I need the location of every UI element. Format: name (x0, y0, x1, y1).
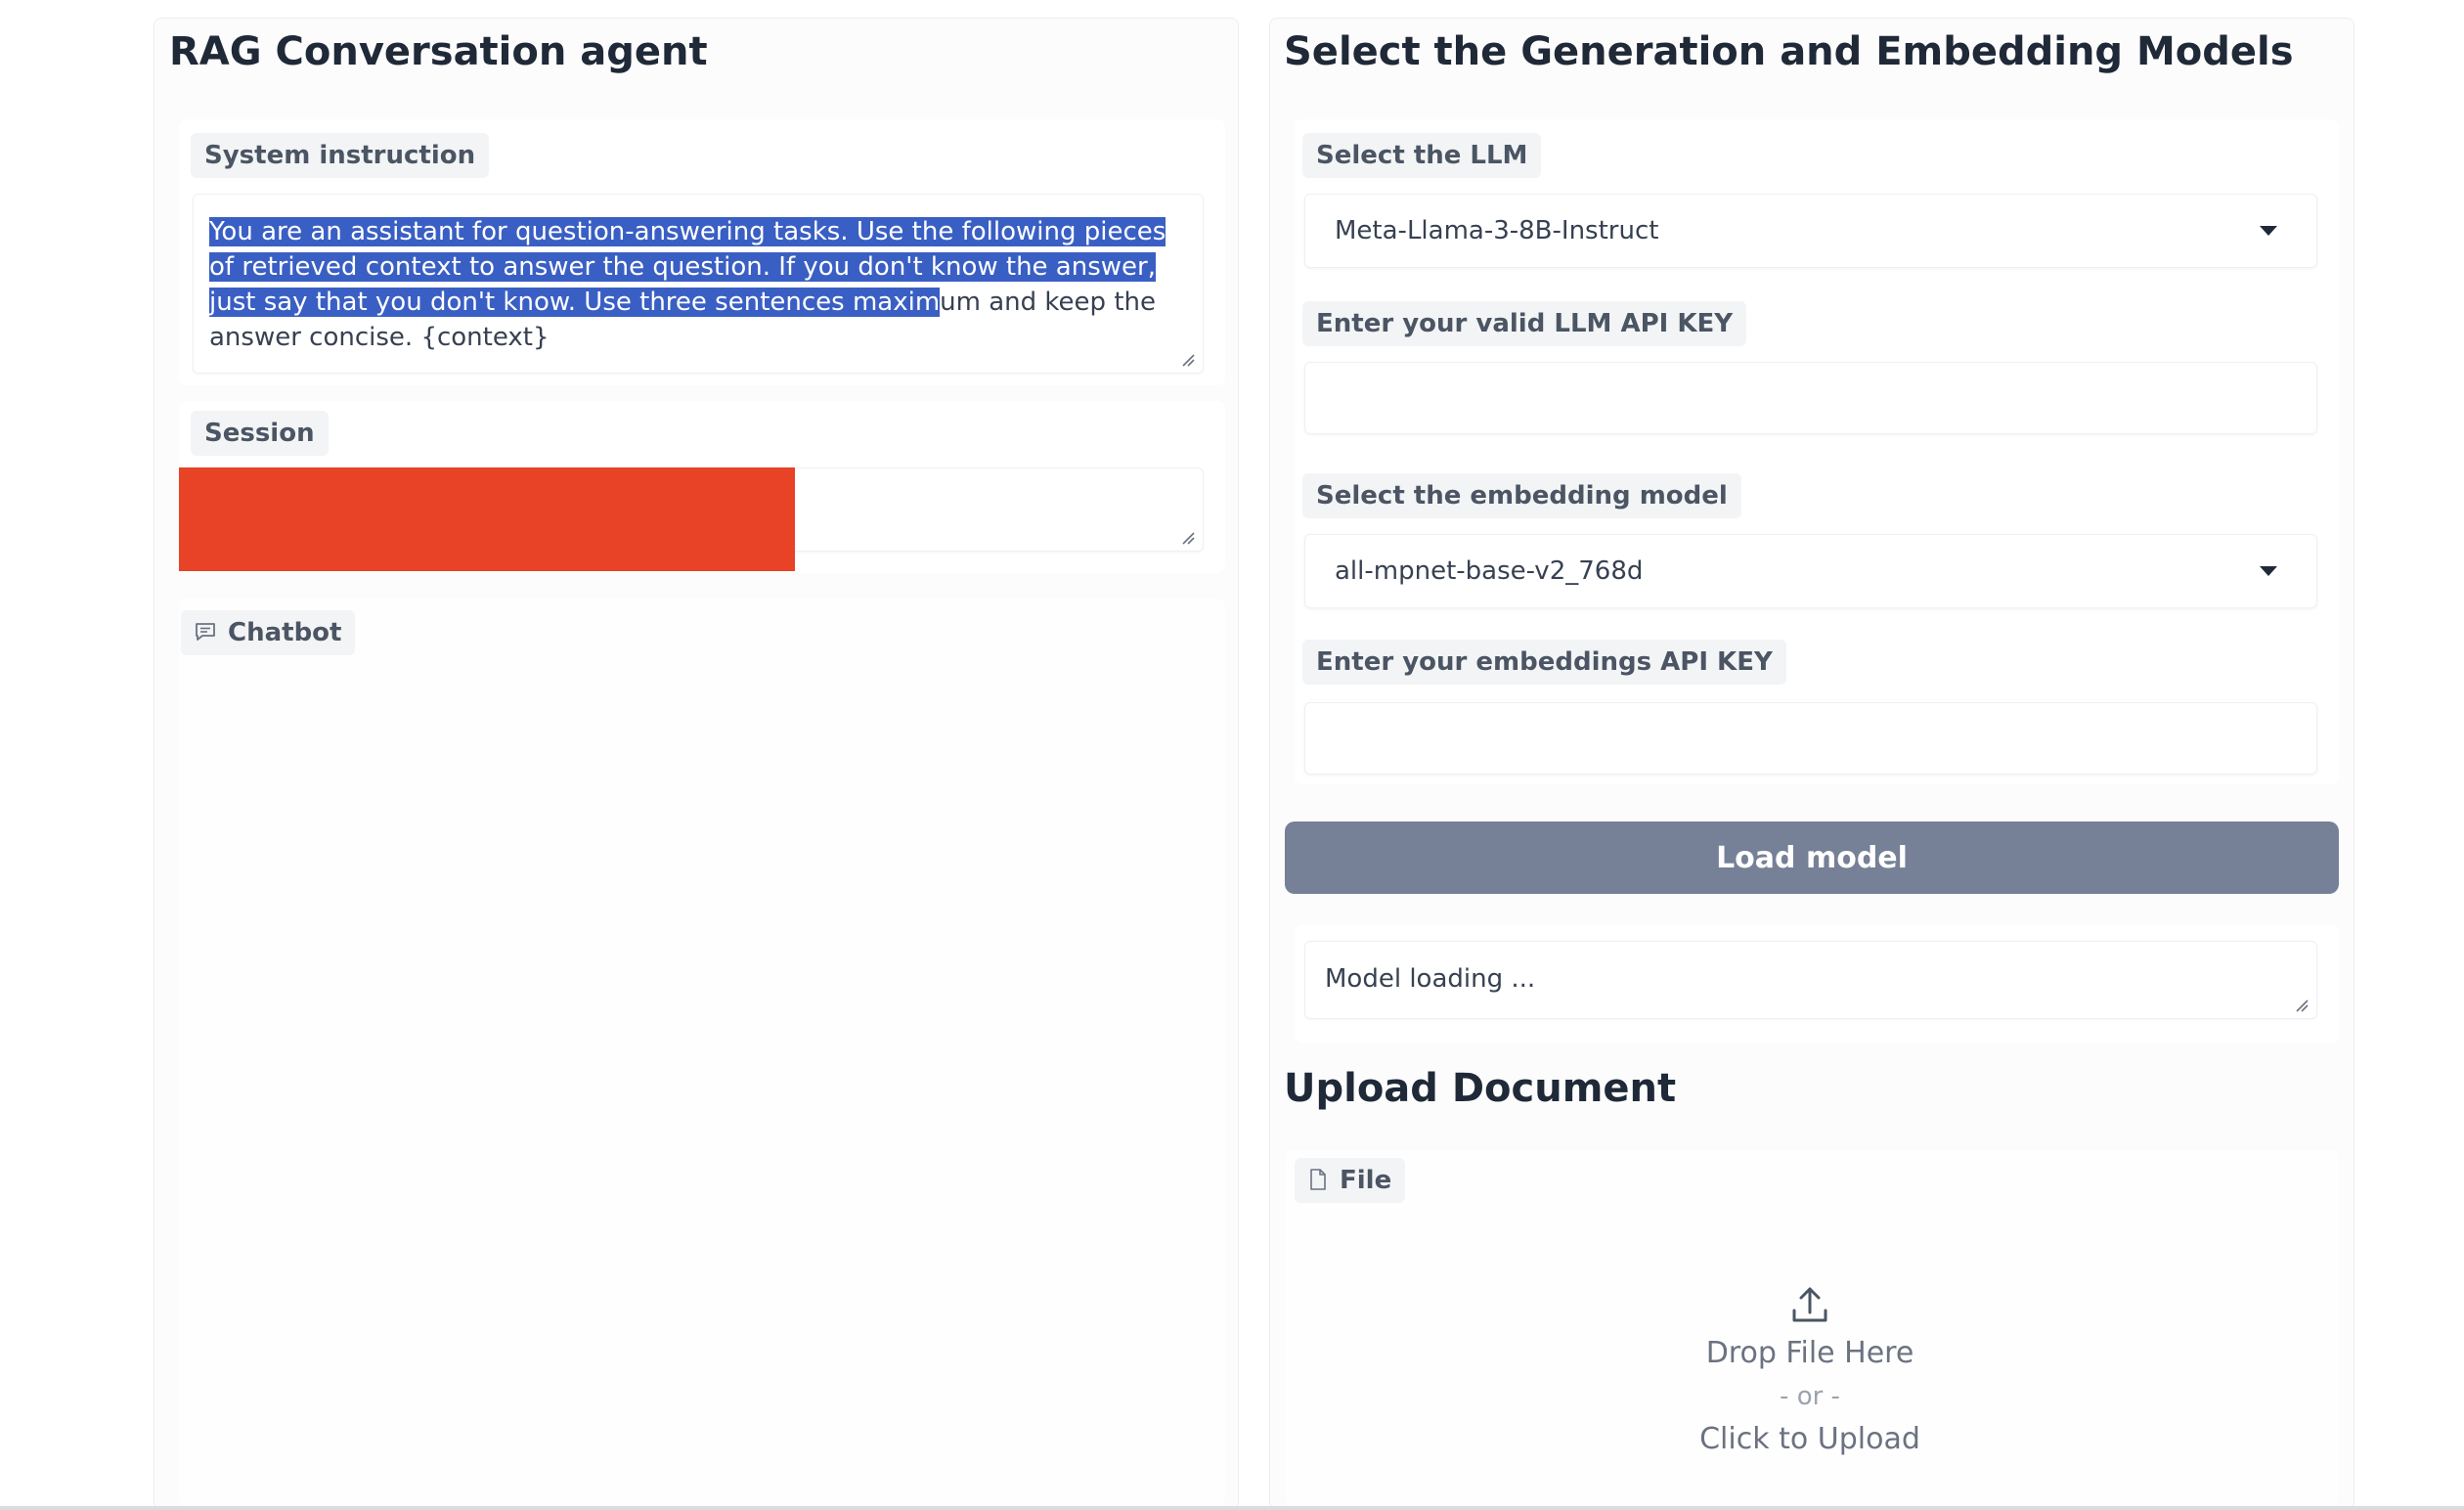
resize-handle-icon[interactable] (2295, 999, 2309, 1012)
app-root: RAG Conversation agent System instructio… (0, 0, 2464, 1510)
resize-handle-icon[interactable] (1181, 531, 1195, 545)
chatbot-area (179, 599, 1225, 1506)
load-model-button[interactable]: Load model (1285, 822, 2339, 894)
embedding-select-label: Select the embedding model (1302, 473, 1741, 518)
embedding-api-key-input[interactable] (1304, 702, 2317, 775)
embedding-api-key-label: Enter your embeddings API KEY (1302, 640, 1786, 685)
system-instruction-textarea[interactable]: You are an assistant for question-answer… (193, 194, 1204, 374)
llm-dropdown[interactable]: Meta-Llama-3-8B-Instruct (1304, 194, 2317, 268)
drop-file-text: Drop File Here (1705, 1336, 1914, 1370)
chatbot-label-text: Chatbot (228, 618, 342, 647)
chevron-down-icon (2260, 226, 2277, 236)
llm-api-key-label: Enter your valid LLM API KEY (1302, 301, 1747, 346)
chat-icon (196, 622, 215, 641)
or-text: - or - (1780, 1382, 1840, 1411)
embedding-selected-value: all-mpnet-base-v2_768d (1335, 556, 1644, 586)
left-panel-title: RAG Conversation agent (169, 29, 708, 74)
bottom-border (0, 1506, 2464, 1510)
file-label: File (1295, 1158, 1406, 1203)
llm-select-label: Select the LLM (1302, 133, 1542, 178)
resize-handle-icon[interactable] (1181, 353, 1195, 367)
click-to-upload-text[interactable]: Click to Upload (1285, 1418, 2335, 1461)
system-instruction-label: System instruction (191, 133, 490, 178)
upload-document-title: Upload Document (1284, 1066, 1677, 1111)
model-status-text: Model loading ... (1325, 964, 1536, 994)
chatbot-label: Chatbot (181, 610, 356, 655)
embedding-dropdown[interactable]: all-mpnet-base-v2_768d (1304, 534, 2317, 608)
drop-zone[interactable]: Drop File Here - or - Click to Upload (1285, 1252, 2335, 1461)
llm-api-key-input[interactable] (1304, 362, 2317, 434)
session-label: Session (191, 411, 329, 456)
file-label-text: File (1340, 1166, 1392, 1195)
chevron-down-icon (2260, 566, 2277, 576)
redaction-block (179, 467, 795, 571)
model-status-textarea[interactable]: Model loading ... (1304, 941, 2317, 1019)
file-icon (1310, 1168, 1326, 1190)
right-panel-title: Select the Generation and Embedding Mode… (1284, 29, 2294, 74)
upload-icon (1792, 1287, 1827, 1322)
llm-selected-value: Meta-Llama-3-8B-Instruct (1335, 216, 1659, 245)
